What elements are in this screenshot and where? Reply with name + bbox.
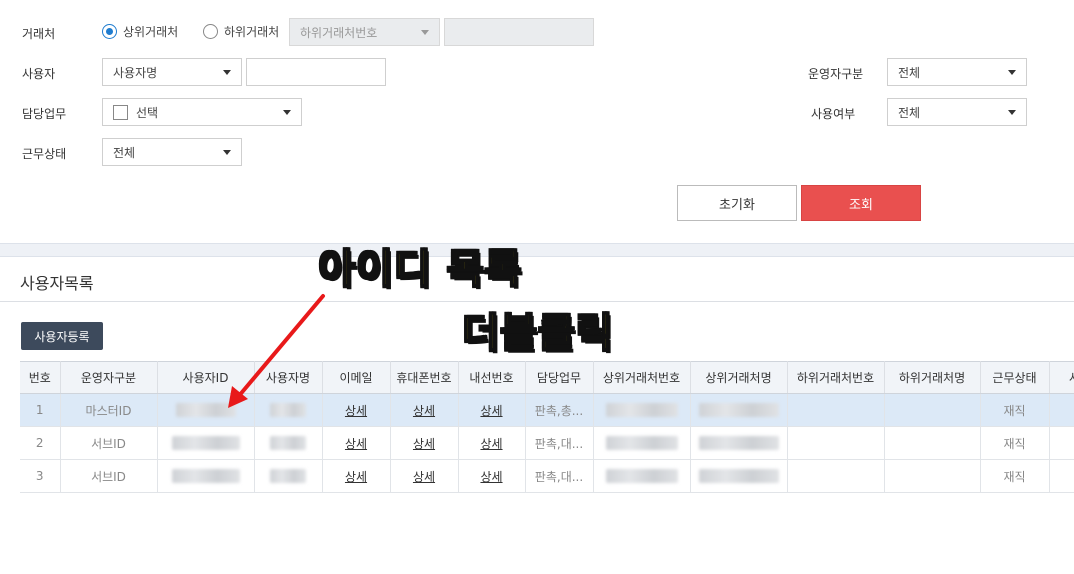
annotation-arrow-icon: [228, 294, 325, 408]
